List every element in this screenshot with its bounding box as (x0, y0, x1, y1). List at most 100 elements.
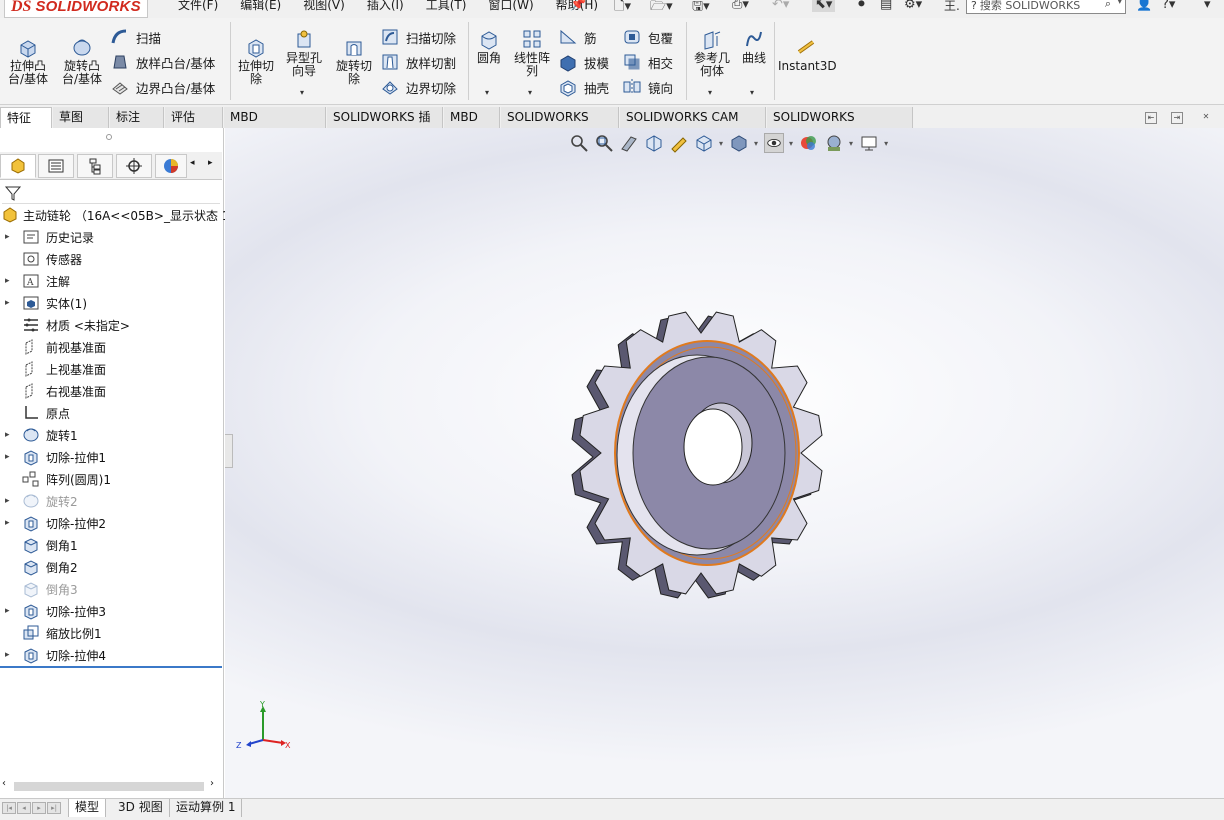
graphics-area[interactable]: ▾ ▾ ▾ ▾ ▾ Y Z X (225, 128, 1224, 798)
expand-arrow-icon[interactable]: ▸ (5, 650, 10, 660)
extrude-boss-button[interactable]: 拉伸凸 台/基体 (6, 36, 50, 86)
zoom-to-area-icon[interactable] (594, 133, 614, 153)
tree-item[interactable]: ▸ 切除-拉伸4 (0, 644, 222, 666)
more-icon[interactable]: ▾ (1204, 0, 1211, 12)
print-icon[interactable]: ⎙▾ (732, 0, 749, 12)
open-icon[interactable]: 🗁▾ (650, 0, 673, 18)
pin-icon[interactable]: 📌 (570, 0, 586, 12)
options-gear-icon[interactable]: ⚙▾ (904, 0, 922, 12)
expand-arrow-icon[interactable]: ▸ (5, 232, 10, 242)
tab-motion-study-1[interactable]: 运动算例 1 (170, 799, 243, 817)
scroll-left-icon[interactable]: ‹ (2, 778, 6, 789)
tree-item[interactable]: 材质 <未指定> (0, 314, 222, 336)
hole-wizard-button[interactable]: 异型孔 向导 (282, 28, 326, 78)
tree-item[interactable]: ▸ 切除-拉伸2 (0, 512, 222, 534)
tree-item[interactable]: 右视基准面 (0, 380, 222, 402)
tabs-scroll-right-icon[interactable]: ▸ (208, 158, 213, 168)
tabs-scroll-left-icon[interactable]: ◂ (190, 158, 195, 168)
tree-item[interactable]: ▸ 实体(1) (0, 292, 222, 314)
boundary-cut-button[interactable]: 边界切除 (380, 76, 456, 98)
view-orientation-icon[interactable] (694, 133, 714, 153)
boundary-boss-button[interactable]: 边界凸台/基体 (110, 76, 215, 98)
traffic-light-icon[interactable]: ⚫ (856, 0, 867, 12)
tree-item[interactable]: 阵列(圆周)1 (0, 468, 222, 490)
tree-filter[interactable] (2, 182, 220, 204)
close-icon[interactable]: ✕ (1200, 112, 1212, 124)
shell-button[interactable]: 抽壳 (558, 76, 609, 98)
expand-arrow-icon[interactable]: ▸ (5, 276, 10, 286)
scroll-right-icon[interactable]: › (210, 778, 214, 789)
fillet-button[interactable]: 圆角 (472, 28, 506, 65)
tab-3d-views[interactable]: 3D 视图 (112, 799, 170, 817)
file-properties-icon[interactable]: ▤ (880, 0, 892, 12)
tab-mbd-dimensions[interactable]: MBD Dimensions (224, 107, 326, 144)
tab-solidworks-cam[interactable]: SOLIDWORKS CAM (501, 107, 619, 144)
feature-manager-tab[interactable] (0, 154, 36, 178)
tab-markup[interactable]: 标注 (110, 107, 164, 128)
magnifier-icon[interactable]: ⌕ (1105, 0, 1111, 11)
tree-item[interactable]: ▸ 旋转1 (0, 424, 222, 446)
display-manager-tab[interactable] (155, 154, 187, 178)
display-style-icon[interactable] (729, 133, 749, 153)
menu-tools[interactable]: 工具(T) (426, 0, 467, 13)
dynamic-annotation-icon[interactable] (669, 133, 689, 153)
menu-insert[interactable]: 插入(I) (367, 0, 404, 13)
section-view-icon[interactable] (644, 133, 664, 153)
expand-arrow-icon[interactable]: ▸ (5, 496, 10, 506)
last-tab-icon[interactable]: ▸| (47, 802, 61, 814)
tab-mbd[interactable]: MBD (444, 107, 500, 128)
rollback-bar[interactable] (0, 666, 222, 668)
reference-geometry-dropdown-icon[interactable]: ▾ (708, 88, 712, 97)
app-logo[interactable]: DS SOLIDWORKS (4, 0, 148, 18)
search-box[interactable]: ? 搜索 SOLIDWORKS ⌕ ▾ (966, 0, 1126, 14)
view-settings-dropdown-icon[interactable]: ▾ (884, 139, 888, 148)
first-tab-icon[interactable]: |◂ (2, 802, 16, 814)
tree-item[interactable]: ▸ A 注解 (0, 270, 222, 292)
panel-grip-icon[interactable] (106, 134, 112, 140)
expand-arrow-icon[interactable]: ▸ (5, 430, 10, 440)
instant3d-button[interactable]: Instant3D (778, 36, 837, 73)
tab-solidworks-addins[interactable]: SOLIDWORKS 插件 (327, 107, 443, 144)
tree-item[interactable]: ▸ 切除-拉伸3 (0, 600, 222, 622)
tree-item[interactable]: ▸ 旋转2 (0, 490, 222, 512)
previous-view-icon[interactable] (619, 133, 639, 153)
draft-button[interactable]: 拔模 (558, 51, 609, 73)
dimxpert-manager-tab[interactable] (116, 154, 152, 178)
sweep-button[interactable]: 扫描 (110, 26, 161, 48)
tree-item[interactable]: 倒角3 (0, 578, 222, 600)
tab-sketch[interactable]: 草图 (53, 107, 109, 128)
tree-item[interactable]: 倒角1 (0, 534, 222, 556)
edit-appearance-icon[interactable] (799, 133, 819, 153)
view-orientation-dropdown-icon[interactable]: ▾ (719, 139, 723, 148)
tab-evaluate[interactable]: 评估 (165, 107, 223, 128)
tree-item[interactable]: 原点 (0, 402, 222, 424)
new-document-icon[interactable]: 🗋▾ (614, 0, 631, 18)
loft-boss-button[interactable]: 放样凸台/基体 (110, 51, 215, 73)
zoom-to-fit-icon[interactable] (569, 133, 589, 153)
lofted-cut-button[interactable]: 放样切割 (380, 51, 456, 73)
tree-item[interactable]: ▸ 切除-拉伸1 (0, 446, 222, 468)
linear-pattern-button[interactable]: 线性阵 列 (510, 28, 554, 78)
tab-features[interactable]: 特征 (0, 107, 52, 128)
tree-item[interactable]: ▸ 历史记录 (0, 226, 222, 248)
extrude-cut-button[interactable]: 拉伸切 除 (234, 36, 278, 86)
tree-item[interactable]: 上视基准面 (0, 358, 222, 380)
revolve-boss-button[interactable]: 旋转凸 台/基体 (56, 36, 108, 86)
scrollbar-thumb[interactable] (14, 782, 204, 791)
hole-wizard-dropdown-icon[interactable]: ▾ (300, 88, 304, 97)
hide-show-items-icon[interactable] (764, 133, 785, 153)
menu-view[interactable]: 视图(V) (303, 0, 345, 13)
user-icon[interactable]: 👤 (1136, 0, 1152, 12)
expand-arrow-icon[interactable]: ▸ (5, 606, 10, 616)
curves-button[interactable]: 曲线 (738, 28, 770, 65)
expand-arrow-icon[interactable]: ▸ (5, 452, 10, 462)
restore-icon[interactable]: ⇤ (1145, 112, 1157, 124)
expand-arrow-icon[interactable]: ▸ (5, 298, 10, 308)
view-settings-icon[interactable] (859, 133, 879, 153)
menu-edit[interactable]: 编辑(E) (240, 0, 281, 13)
fillet-dropdown-icon[interactable]: ▾ (485, 88, 489, 97)
tab-solidworks-inspection[interactable]: SOLIDWORKS Inspection (767, 107, 913, 144)
save-icon[interactable]: 🖫▾ (692, 0, 710, 18)
expand-arrow-icon[interactable]: ▸ (5, 518, 10, 528)
panel-collapse-handle[interactable] (225, 434, 233, 468)
